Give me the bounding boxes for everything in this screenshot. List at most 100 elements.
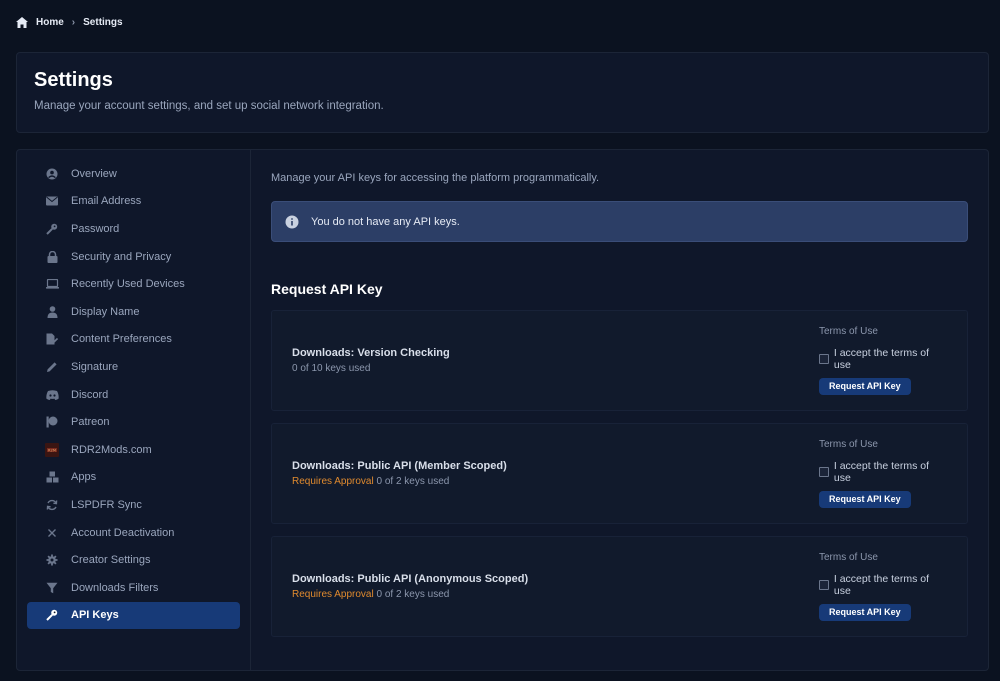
api-keys-content: Manage your API keys for accessing the p… <box>251 150 988 670</box>
sidebar-item-lspdfr-sync[interactable]: LSPDFR Sync <box>27 491 240 519</box>
sidebar-item-account-deactivation[interactable]: Account Deactivation <box>27 519 240 547</box>
key-icon <box>45 608 59 622</box>
pencil-icon <box>45 360 59 374</box>
accept-terms-checkbox[interactable] <box>819 580 829 590</box>
accept-terms-label[interactable]: I accept the terms of use <box>834 573 947 597</box>
accept-terms-row: I accept the terms of use <box>819 573 947 597</box>
breadcrumb: Home › Settings <box>16 14 123 30</box>
envelope-icon <box>45 194 59 208</box>
sidebar-item-email-address[interactable]: Email Address <box>27 188 240 216</box>
sidebar-item-label: Display Name <box>71 305 140 318</box>
sidebar-item-rdr2mods-com[interactable]: R2M RDR2Mods.com <box>27 436 240 464</box>
accept-terms-row: I accept the terms of use <box>819 460 947 484</box>
terms-of-use-label: Terms of Use <box>819 326 878 337</box>
sidebar-item-label: Downloads Filters <box>71 581 159 594</box>
breadcrumb-current: Settings <box>83 16 123 28</box>
sidebar-item-label: Password <box>71 222 120 235</box>
sidebar-item-security-and-privacy[interactable]: Security and Privacy <box>27 243 240 271</box>
alert-text: You do not have any API keys. <box>311 215 460 228</box>
api-key-card: Downloads: Public API (Anonymous Scoped)… <box>271 536 968 637</box>
api-key-name: Downloads: Public API (Anonymous Scoped) <box>292 573 529 585</box>
api-key-usage-line: 0 of 10 keys used <box>292 363 450 374</box>
home-icon[interactable] <box>16 16 28 28</box>
sidebar-item-overview[interactable]: Overview <box>27 160 240 188</box>
sidebar-item-signature[interactable]: Signature <box>27 353 240 381</box>
api-key-card: Downloads: Version Checking 0 of 10 keys… <box>271 310 968 411</box>
terms-of-use-label: Terms of Use <box>819 552 878 563</box>
api-key-info: Downloads: Version Checking 0 of 10 keys… <box>292 347 450 374</box>
request-api-key-button[interactable]: Request API Key <box>819 378 911 395</box>
cubes-icon <box>45 470 59 484</box>
sidebar-item-label: RDR2Mods.com <box>71 443 152 456</box>
requires-approval-badge: Requires Approval <box>292 476 374 487</box>
api-key-usage-line: Requires Approval 0 of 2 keys used <box>292 589 528 600</box>
sidebar-item-label: Discord <box>71 388 109 401</box>
filter-icon <box>45 581 59 595</box>
sidebar-item-label: Patreon <box>71 416 110 429</box>
accept-terms-label[interactable]: I accept the terms of use <box>834 460 947 484</box>
api-keys-intro: Manage your API keys for accessing the p… <box>271 172 600 184</box>
api-key-usage: 0 of 2 keys used <box>376 476 450 487</box>
request-api-key-title: Request API Key <box>271 281 383 297</box>
key-icon <box>45 222 59 236</box>
sync-icon <box>45 498 59 512</box>
api-key-name: Downloads: Public API (Member Scoped) <box>292 460 507 472</box>
lock-icon <box>45 250 59 264</box>
file-edit-icon <box>45 332 59 346</box>
request-api-key-button[interactable]: Request API Key <box>819 604 911 621</box>
sidebar-item-label: API Keys <box>71 609 119 622</box>
user-icon <box>45 305 59 319</box>
sidebar-item-password[interactable]: Password <box>27 215 240 243</box>
page-subtitle: Manage your account settings, and set up… <box>34 100 384 112</box>
sidebar-item-label: Content Preferences <box>71 333 172 346</box>
sidebar-item-label: Signature <box>71 360 119 373</box>
api-key-info: Downloads: Public API (Anonymous Scoped)… <box>292 573 528 600</box>
sidebar-item-patreon[interactable]: Patreon <box>27 408 240 436</box>
sidebar-item-discord[interactable]: Discord <box>27 381 240 409</box>
api-key-info: Downloads: Public API (Member Scoped) Re… <box>292 460 507 487</box>
settings-header: Settings Manage your account settings, a… <box>16 52 989 133</box>
terms-of-use-block: Terms of Use I accept the terms of use R… <box>819 552 947 621</box>
api-key-list: Downloads: Version Checking 0 of 10 keys… <box>271 310 968 637</box>
sidebar-item-label: Recently Used Devices <box>71 278 185 291</box>
sidebar-item-recently-used-devices[interactable]: Recently Used Devices <box>27 270 240 298</box>
api-key-usage-line: Requires Approval 0 of 2 keys used <box>292 476 507 487</box>
gear-icon <box>45 553 59 567</box>
sidebar-item-content-preferences[interactable]: Content Preferences <box>27 326 240 354</box>
sidebar-item-label: Account Deactivation <box>71 526 175 539</box>
accept-terms-label[interactable]: I accept the terms of use <box>834 347 947 371</box>
sidebar-item-downloads-filters[interactable]: Downloads Filters <box>27 574 240 602</box>
sidebar-item-creator-settings[interactable]: Creator Settings <box>27 546 240 574</box>
api-key-name: Downloads: Version Checking <box>292 347 450 359</box>
accept-terms-checkbox[interactable] <box>819 354 829 364</box>
sidebar-item-label: LSPDFR Sync <box>71 498 142 511</box>
accept-terms-checkbox[interactable] <box>819 467 829 477</box>
laptop-icon <box>45 277 59 291</box>
api-key-card: Downloads: Public API (Member Scoped) Re… <box>271 423 968 524</box>
rdr2mods-logo-icon: R2M <box>45 442 59 457</box>
api-key-usage: 0 of 10 keys used <box>292 363 371 374</box>
info-icon <box>285 215 299 229</box>
sidebar-item-label: Creator Settings <box>71 554 151 567</box>
settings-panel: Overview Email Address Password Security an… <box>16 149 989 671</box>
user-circle-icon <box>45 167 59 181</box>
page-title: Settings <box>34 69 113 91</box>
breadcrumb-home-link[interactable]: Home <box>36 17 64 28</box>
request-api-key-button[interactable]: Request API Key <box>819 491 911 508</box>
requires-approval-badge: Requires Approval <box>292 589 374 600</box>
accept-terms-row: I accept the terms of use <box>819 347 947 371</box>
sidebar-item-api-keys[interactable]: API Keys <box>27 601 240 630</box>
terms-of-use-label: Terms of Use <box>819 439 878 450</box>
sidebar-item-label: Overview <box>71 167 117 180</box>
discord-icon <box>45 388 59 402</box>
terms-of-use-block: Terms of Use I accept the terms of use R… <box>819 326 947 395</box>
api-key-usage: 0 of 2 keys used <box>376 589 450 600</box>
patreon-icon <box>45 415 59 429</box>
sidebar-item-apps[interactable]: Apps <box>27 464 240 492</box>
x-icon <box>45 526 59 540</box>
sidebar-item-label: Security and Privacy <box>71 250 172 263</box>
sidebar-item-display-name[interactable]: Display Name <box>27 298 240 326</box>
no-api-keys-alert: You do not have any API keys. <box>271 201 968 242</box>
settings-sidebar: Overview Email Address Password Security an… <box>17 150 251 670</box>
sidebar-item-label: Email Address <box>71 195 142 208</box>
